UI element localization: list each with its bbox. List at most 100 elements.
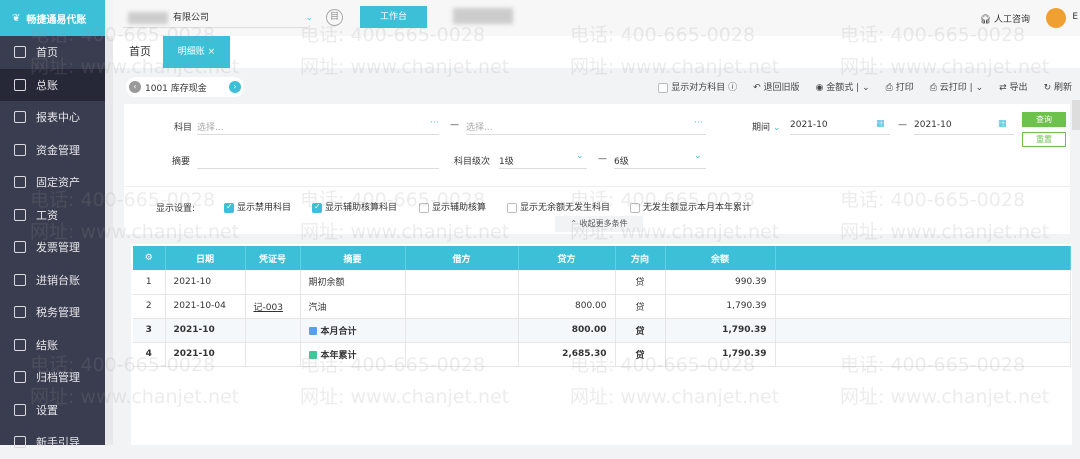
tab-detail-ledger[interactable]: 明细账 × xyxy=(163,36,230,68)
back-old-version-button[interactable]: ↶ 退回旧版 xyxy=(753,80,799,93)
reset-button[interactable]: 重置 xyxy=(1022,132,1066,147)
support-link[interactable]: 🎧︎ 人工咨询 xyxy=(980,12,1030,25)
row-number: 3 xyxy=(133,318,166,343)
cell-balance: 1,790.39 xyxy=(665,318,776,343)
summary-text: 本年累计 xyxy=(320,350,357,361)
table-row[interactable]: 1 2021-10 期初余额 贷 990.39 xyxy=(133,270,1071,295)
more-icon[interactable]: ··· xyxy=(430,118,439,128)
summary-text: 本月合计 xyxy=(320,326,357,337)
display-option-checkbox[interactable]: 无发生额显示本月本年累计 xyxy=(630,200,751,213)
sidebar-item-label: 发票管理 xyxy=(36,241,80,255)
cell-voucher[interactable] xyxy=(245,270,301,295)
print-button[interactable]: ⎙ 打印 xyxy=(886,80,914,93)
sidebar-item[interactable]: 税务管理 xyxy=(0,296,105,329)
sidebar-item[interactable]: 发票管理 xyxy=(0,231,105,264)
sidebar-item[interactable]: 总账 xyxy=(0,68,105,101)
cell-voucher[interactable] xyxy=(245,318,301,343)
cell-credit: 800.00 xyxy=(518,318,616,343)
display-option-checkbox[interactable]: 显示禁用科目 xyxy=(224,200,291,213)
ledger-table-panel: ⚙ 日期 凭证号 摘要 借方 贷方 方向 余额 1 2021-10 期初余额 贷… xyxy=(131,244,1072,445)
calendar-icon[interactable]: 目 xyxy=(326,9,343,26)
cell-credit: 800.00 xyxy=(518,294,616,319)
cell-voucher[interactable] xyxy=(245,342,301,367)
sidebar-scrollbar[interactable] xyxy=(105,36,113,445)
period-type-select[interactable]: 期间 ⌄ xyxy=(752,120,780,133)
next-account-icon[interactable]: › xyxy=(229,81,241,93)
export-button[interactable]: ⇄ 导出 xyxy=(999,80,1027,93)
sidebar-item[interactable]: 新手引导 xyxy=(0,426,105,459)
calendar-icon[interactable]: ▦ xyxy=(876,119,885,129)
coin-icon: ◉ xyxy=(815,83,824,93)
cell-date: 2021-10 xyxy=(165,270,246,295)
company-select[interactable]: 有限公司 ⌄ xyxy=(123,8,313,28)
sidebar-item[interactable]: 结账 xyxy=(0,329,105,362)
help-icon[interactable]: ⓘ xyxy=(728,83,737,93)
cell-direction: 贷 xyxy=(615,294,666,319)
subject-to-input[interactable]: 选择... xyxy=(466,120,493,133)
filter-panel: 科目 选择... ··· — 选择... ··· 期间 ⌄ 2021-10 ▦ … xyxy=(124,104,1070,234)
chevron-down-icon: ⌄ xyxy=(305,13,313,23)
page-scrollbar[interactable] xyxy=(1072,100,1080,130)
sidebar-item[interactable]: 资金管理 xyxy=(0,134,105,167)
level-to-select[interactable]: 6级 xyxy=(614,154,629,167)
show-opposite-checkbox[interactable]: 显示对方科目 ⓘ xyxy=(658,80,737,93)
close-icon[interactable]: × xyxy=(208,47,216,57)
sidebar-item-label: 总账 xyxy=(36,78,58,92)
account-switcher: ‹ 1001 库存现金 › xyxy=(126,77,244,97)
sidebar-item[interactable]: 固定资产 xyxy=(0,166,105,199)
cell-summary: 本月合计 xyxy=(300,318,406,343)
amount-format-select[interactable]: ◉ 金额式 | ⌄ xyxy=(816,80,870,93)
logo-icon: ❦ xyxy=(12,12,21,24)
sidebar-item[interactable]: 首页 xyxy=(0,36,105,69)
refresh-button[interactable]: ↻ 刷新 xyxy=(1044,80,1072,93)
fund-icon xyxy=(14,143,26,156)
sidebar-item[interactable]: 归档管理 xyxy=(0,361,105,394)
chevron-down-icon: ⌄ xyxy=(694,151,702,161)
column-settings-icon[interactable]: ⚙ xyxy=(133,246,166,270)
display-option-checkbox[interactable]: 显示辅助核算 xyxy=(419,200,486,213)
label: 显示对方科目 xyxy=(671,83,726,93)
avatar[interactable] xyxy=(1046,8,1066,28)
cell-voucher[interactable]: 记-003 xyxy=(245,294,301,319)
period-to-input[interactable]: 2021-10 xyxy=(914,120,952,130)
report-icon xyxy=(14,111,26,124)
sidebar-item[interactable]: 进销台账 xyxy=(0,264,105,297)
sidebar: ❦ 畅捷通易代账 首页 总账 报表中心 资金管理 固定资产 工资 发票管理 进销台账 税务管理 结账… xyxy=(0,0,105,449)
header-direction: 方向 xyxy=(615,246,666,270)
cloud-print-button[interactable]: ⎙ 云打印 | ⌄ xyxy=(930,80,983,93)
label: 收起更多条件 xyxy=(579,219,628,228)
subject-from-input[interactable]: 选择... xyxy=(197,120,224,133)
sidebar-item-label: 工资 xyxy=(36,208,58,222)
collapse-conditions-button[interactable]: ⌃ 收起更多条件 xyxy=(555,216,643,232)
level-from-select[interactable]: 1级 xyxy=(499,154,514,167)
prev-account-icon[interactable]: ‹ xyxy=(129,81,141,93)
header-summary: 摘要 xyxy=(300,246,406,270)
display-option-checkbox[interactable]: 显示无余额无发生科目 xyxy=(507,200,610,213)
summary-input[interactable] xyxy=(197,168,439,169)
sidebar-item[interactable]: 工资 xyxy=(0,199,105,232)
cell-credit: 2,685.30 xyxy=(518,342,616,367)
display-option-checkbox[interactable]: 显示辅助核算科目 xyxy=(312,200,397,213)
checkbox xyxy=(312,202,322,213)
calendar-icon[interactable]: ▦ xyxy=(998,119,1007,129)
table-row[interactable]: 4 2021-10 本年累计 2,685.30 贷 1,790.39 xyxy=(133,342,1071,367)
user-name[interactable]: E xyxy=(1072,12,1078,22)
checkbox xyxy=(630,202,640,213)
toolbar: ‹ 1001 库存现金 › 显示对方科目 ⓘ ↶ 退回旧版 ◉ 金额式 | ⌄ … xyxy=(120,72,1072,102)
archive-icon xyxy=(14,371,26,384)
period-from-input[interactable]: 2021-10 xyxy=(790,120,828,130)
tab-home[interactable]: 首页 xyxy=(129,36,151,68)
header-credit: 贷方 xyxy=(518,246,616,270)
workbench-button[interactable]: 工作台 xyxy=(360,6,427,28)
chevron-down-icon: ⌄ xyxy=(975,83,984,93)
query-button[interactable]: 查询 xyxy=(1022,112,1066,127)
table-row[interactable]: 3 2021-10 本月合计 800.00 贷 1,790.39 xyxy=(133,318,1071,343)
sidebar-item[interactable]: 设置 xyxy=(0,394,105,427)
home-icon xyxy=(14,46,26,59)
more-icon[interactable]: ··· xyxy=(694,118,703,128)
chevron-up-icon: ⌃ xyxy=(570,219,578,228)
table-row[interactable]: 2 2021-10-04 记-003 汽油 800.00 贷 1,790.39 xyxy=(133,294,1071,319)
sidebar-item[interactable]: 报表中心 xyxy=(0,101,105,134)
cell-summary: 汽油 xyxy=(300,294,406,319)
label: 显示辅助核算 xyxy=(432,203,487,213)
